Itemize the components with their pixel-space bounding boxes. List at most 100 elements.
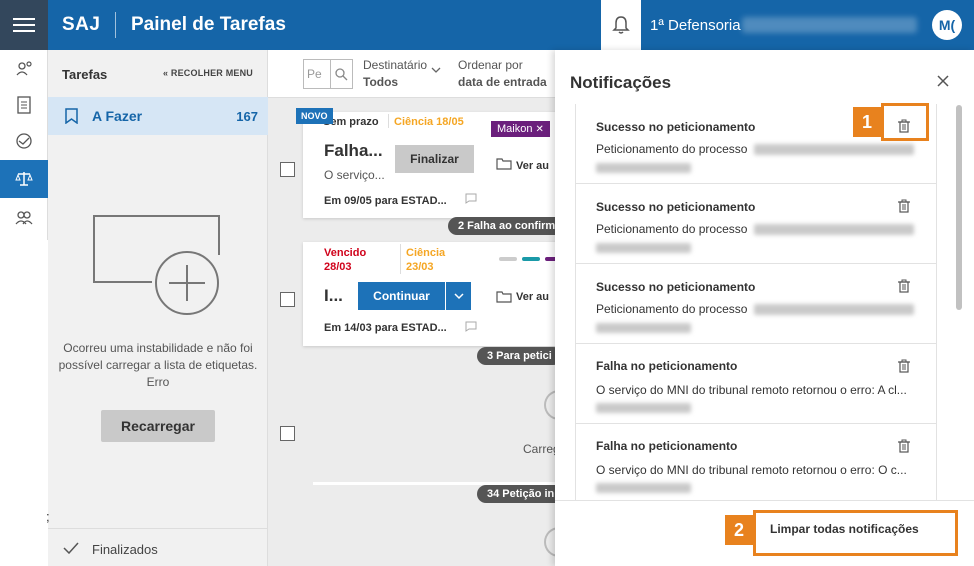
defensoria-selector[interactable]: 1ª Defensoria xyxy=(650,17,741,34)
task-date: Em 09/05 para ESTAD... xyxy=(324,195,447,207)
group-pill[interactable]: 34 Petição in xyxy=(477,485,565,503)
group-icon xyxy=(15,211,33,225)
tag-chip[interactable]: Maikon ✕ xyxy=(491,121,550,137)
rail-groups[interactable] xyxy=(0,199,48,237)
task-card[interactable]: Sem prazo Ciência 18/05 Maikon ✕ Falha..… xyxy=(303,112,563,218)
top-bar: SAJ Painel de Tarefas 1ª Defensoria M( xyxy=(0,0,974,50)
notification-message: O serviço do MNI do tribunal remoto reto… xyxy=(596,463,907,477)
trash-icon[interactable] xyxy=(898,199,910,213)
callout-highlight xyxy=(881,103,929,141)
notifications-panel: Notificações Sucesso no peticionamento P… xyxy=(555,50,974,566)
notification-item[interactable]: Sucesso no peticionamento Peticionamento… xyxy=(576,264,936,344)
vencido-label: Vencido xyxy=(324,247,367,259)
trash-icon[interactable] xyxy=(898,359,910,373)
sidebar-title: Tarefas xyxy=(62,67,108,82)
notifications-title: Notificações xyxy=(570,73,672,92)
notifications-button[interactable] xyxy=(601,0,641,50)
task-checkbox[interactable] xyxy=(280,426,295,441)
rail-scales[interactable] xyxy=(0,160,48,198)
callout-number: 2 xyxy=(725,515,753,545)
scrollbar[interactable] xyxy=(956,105,962,310)
tags-error-message: Ocorreu uma instabilidade e não foi poss… xyxy=(58,341,258,389)
notification-message: Peticionamento do processo xyxy=(596,302,748,316)
task-checkbox[interactable] xyxy=(280,292,295,307)
rail-handshake[interactable] xyxy=(0,122,48,160)
collapse-menu-button[interactable]: « RECOLHER MENU xyxy=(163,68,253,78)
folder-icon[interactable] xyxy=(496,290,512,303)
continuar-button[interactable]: Continuar xyxy=(358,282,445,310)
rail-users-search[interactable] xyxy=(0,50,48,88)
redacted-text xyxy=(754,224,914,235)
task-card[interactable]: Vencido 28/03 Ciência 23/03 I... Continu… xyxy=(303,242,563,346)
redacted-text xyxy=(596,403,691,413)
notification-item[interactable]: Falha no peticionamento O serviço do MNI… xyxy=(576,344,936,424)
new-badge: NOVO xyxy=(296,108,333,124)
notification-title: Sucesso no peticionamento xyxy=(596,200,756,214)
handshake-icon xyxy=(16,133,32,149)
collapse-menu-label: RECOLHER MENU xyxy=(170,68,254,78)
user-name-blurred xyxy=(742,17,917,33)
page-title: Painel de Tarefas xyxy=(131,14,286,35)
sidebar-item-afazer[interactable]: A Fazer 167 xyxy=(48,97,268,135)
notification-message: Peticionamento do processo xyxy=(596,222,748,236)
reload-button[interactable]: Recarregar xyxy=(101,410,215,442)
ver-autos-link[interactable]: Ver au xyxy=(516,160,549,172)
folder-icon[interactable] xyxy=(496,157,512,170)
vencido-date: 28/03 xyxy=(324,261,352,273)
chevron-down-icon[interactable] xyxy=(431,67,441,74)
bookmark-icon xyxy=(65,108,78,124)
task-checkbox[interactable] xyxy=(280,162,295,177)
notification-title: Sucesso no peticionamento xyxy=(596,120,756,134)
notification-item[interactable]: Falha no peticionamento O serviço do MNI… xyxy=(576,424,936,500)
search-button[interactable] xyxy=(331,59,353,89)
search-icon xyxy=(335,67,348,80)
callout-number: 1 xyxy=(853,107,881,137)
redacted-text xyxy=(596,483,691,493)
comment-icon[interactable] xyxy=(465,321,477,332)
close-icon[interactable]: ✕ xyxy=(536,124,544,135)
callout-highlight xyxy=(753,510,958,556)
task-subtitle: O serviço... xyxy=(324,168,385,182)
group-pill[interactable]: 3 Para petici xyxy=(477,347,562,365)
redacted-text xyxy=(596,163,691,173)
notification-title: Sucesso no peticionamento xyxy=(596,280,756,294)
task-list-area: Pe Destinatário Todos Ordenar por data d… xyxy=(268,50,574,566)
destinatario-label: Destinatário xyxy=(363,58,428,72)
close-icon[interactable] xyxy=(935,73,951,89)
redacted-text xyxy=(754,144,914,155)
user-search-icon xyxy=(16,61,32,76)
notifications-list: Sucesso no peticionamento Peticionamento… xyxy=(575,104,937,500)
finalizar-button[interactable]: Finalizar xyxy=(395,145,474,173)
tag-label: Maikon xyxy=(497,123,533,135)
check-icon xyxy=(63,542,79,554)
ordenar-label: Ordenar por xyxy=(458,58,523,72)
redacted-text xyxy=(596,323,691,333)
destinatario-dropdown[interactable]: Todos xyxy=(363,75,398,89)
redacted-text xyxy=(596,243,691,253)
group-pill[interactable]: 2 Falha ao confirm xyxy=(448,217,566,235)
ordenar-dropdown[interactable]: data de entrada xyxy=(458,75,547,89)
rail-documents[interactable] xyxy=(0,86,48,124)
notification-message: Peticionamento do processo xyxy=(596,142,748,156)
avatar[interactable]: M( xyxy=(932,10,962,40)
search-input[interactable]: Pe xyxy=(303,59,331,89)
trash-icon[interactable] xyxy=(898,279,910,293)
sidebar-item-finalizados[interactable]: Finalizados xyxy=(48,528,268,566)
tag-dot xyxy=(522,257,540,261)
bell-icon xyxy=(612,16,630,34)
ciencia-date: 23/03 xyxy=(406,261,434,273)
task-title[interactable]: Falha... xyxy=(324,141,383,161)
notification-item[interactable]: Sucesso no peticionamento Peticionamento… xyxy=(576,184,936,264)
menu-icon[interactable] xyxy=(0,0,48,50)
task-title[interactable]: I... xyxy=(324,286,343,306)
trash-icon[interactable] xyxy=(898,439,910,453)
divider xyxy=(388,114,389,128)
icon-rail xyxy=(0,50,48,240)
document-list-icon xyxy=(17,96,31,114)
chevron-down-icon xyxy=(453,292,464,299)
sidebar-item-label: Finalizados xyxy=(92,542,158,557)
brand-logo: SAJ xyxy=(62,14,101,35)
comment-icon[interactable] xyxy=(465,193,477,204)
continuar-dropdown[interactable] xyxy=(446,282,471,310)
ver-autos-link[interactable]: Ver au xyxy=(516,291,549,303)
